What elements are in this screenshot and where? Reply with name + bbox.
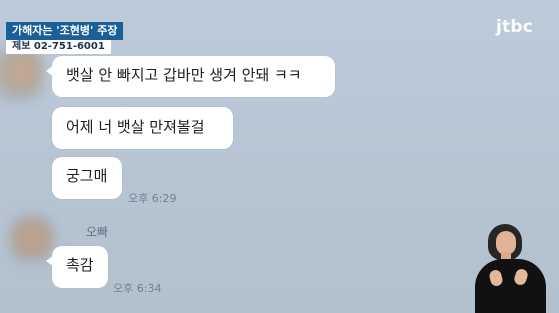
chat-message-text: 촉감 <box>66 256 94 274</box>
message-timestamp: 오후 6:29 <box>128 192 177 205</box>
chat-message-bubble: 촉감 <box>46 246 108 288</box>
chat-message-bubble: 뱃살 안 빠지고 갑바만 생겨 안돼 ㅋㅋ <box>46 56 335 97</box>
interpreter-body <box>475 259 546 313</box>
chat-message-bubble: 궁그매 <box>52 157 122 199</box>
news-caption: 가해자는 '조현병' 주장 <box>6 22 124 40</box>
chat-message-bubble: 어제 너 뱃살 만져볼걸 <box>52 107 233 149</box>
message-timestamp: 오후 6:34 <box>113 282 162 295</box>
chat-message-text: 뱃살 안 빠지고 갑바만 생겨 안돼 ㅋㅋ <box>66 66 302 84</box>
chat-message-text: 궁그매 <box>66 167 108 185</box>
tipline-caption: 제보 02-751-6001 <box>6 40 111 54</box>
chat-message-text: 어제 너 뱃살 만져볼걸 <box>66 118 205 136</box>
sign-language-interpreter <box>468 216 553 313</box>
sender-name: 오빠 <box>86 225 109 239</box>
broadcaster-logo: jtbc <box>496 17 533 37</box>
